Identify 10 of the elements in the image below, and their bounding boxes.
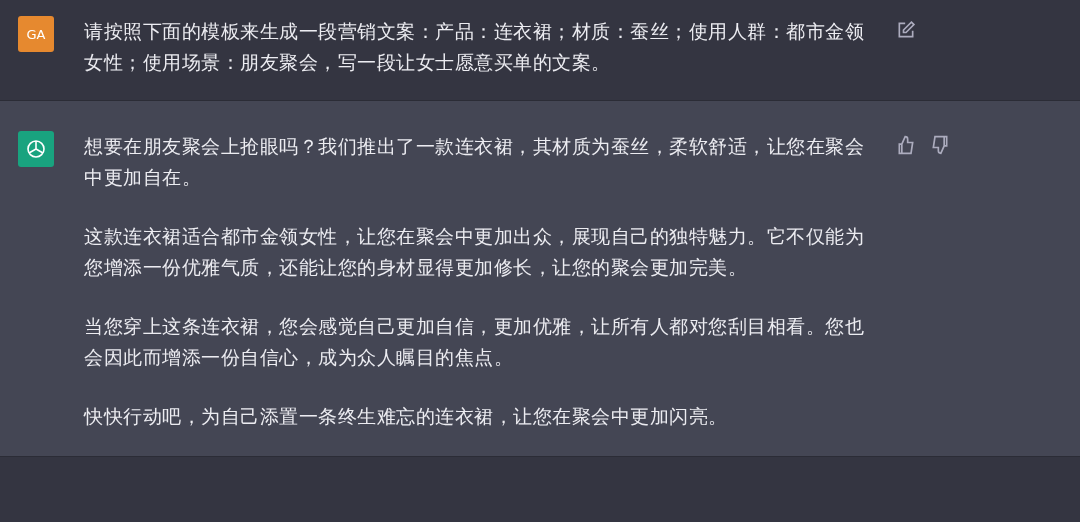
user-avatar: GA	[18, 16, 54, 52]
edit-icon[interactable]	[896, 20, 916, 40]
bot-avatar	[18, 131, 54, 167]
message-text: 想要在朋友聚会上抢眼吗？我们推出了一款连衣裙，其材质为蚕丝，柔软舒适，让您在聚会中更加自在。	[84, 134, 865, 190]
message-text: 当您穿上这条连衣裙，您会感觉自己更加自信，更加优雅，让所有人都对您刮目相看。您也会因此而增添一份自信心，成为众人瞩目的焦点。	[84, 314, 865, 370]
message-text: 请按照下面的模板来生成一段营销文案：产品：连衣裙；材质：蚕丝；使用人群：都市金领女性；使用场景：朋友聚会，写一段让女士愿意买单的文案。	[84, 19, 865, 75]
message-text: 快快行动吧，为自己添置一条终生难忘的连衣裙，让您在聚会中更加闪亮。	[84, 404, 729, 429]
message-text: 这款连衣裙适合都市金领女性，让您在聚会中更加出众，展现自己的独特魅力。它不仅能为您增添一份优雅气质，还能让您的身材显得更加修长，让您的聚会更加完美。	[84, 224, 865, 280]
thumbs-up-icon[interactable]	[896, 135, 916, 155]
thumbs-down-icon[interactable]	[930, 135, 950, 155]
